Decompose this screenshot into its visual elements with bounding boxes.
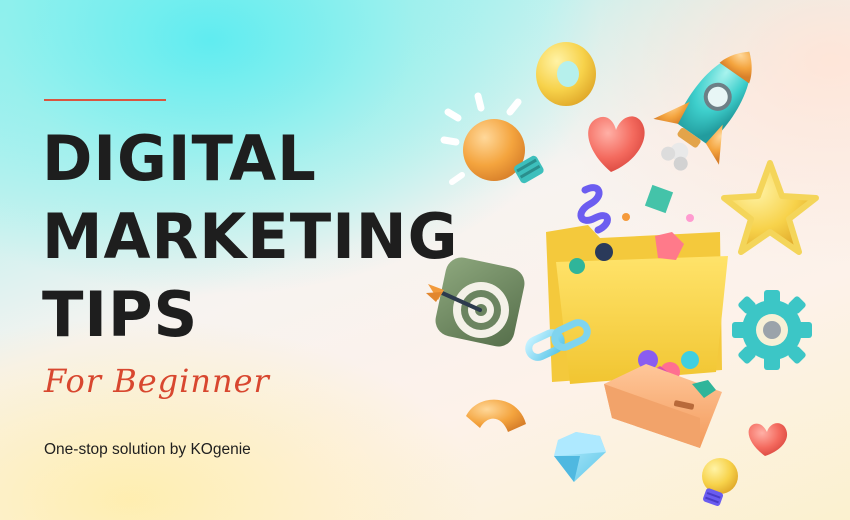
- gear-icon: [732, 290, 812, 370]
- arch-icon: [466, 399, 526, 432]
- folder-icon: [546, 213, 728, 384]
- rocket-icon: [653, 51, 752, 171]
- squiggle-icon: [577, 184, 611, 234]
- illustration-cluster: [426, 42, 819, 506]
- lightbulb-icon: [440, 92, 544, 185]
- star-icon: [721, 160, 819, 255]
- cube-icon: [644, 184, 674, 214]
- donut-icon: [536, 42, 596, 106]
- heart-icon: [588, 116, 645, 172]
- small-heart-icon: [748, 423, 788, 456]
- diamond-icon: [554, 432, 606, 482]
- small-lightbulb-icon: [702, 458, 738, 506]
- target-icon: [435, 257, 525, 347]
- banner-canvas: DIGITAL MARKETING TIPS For Beginner One-…: [0, 0, 850, 520]
